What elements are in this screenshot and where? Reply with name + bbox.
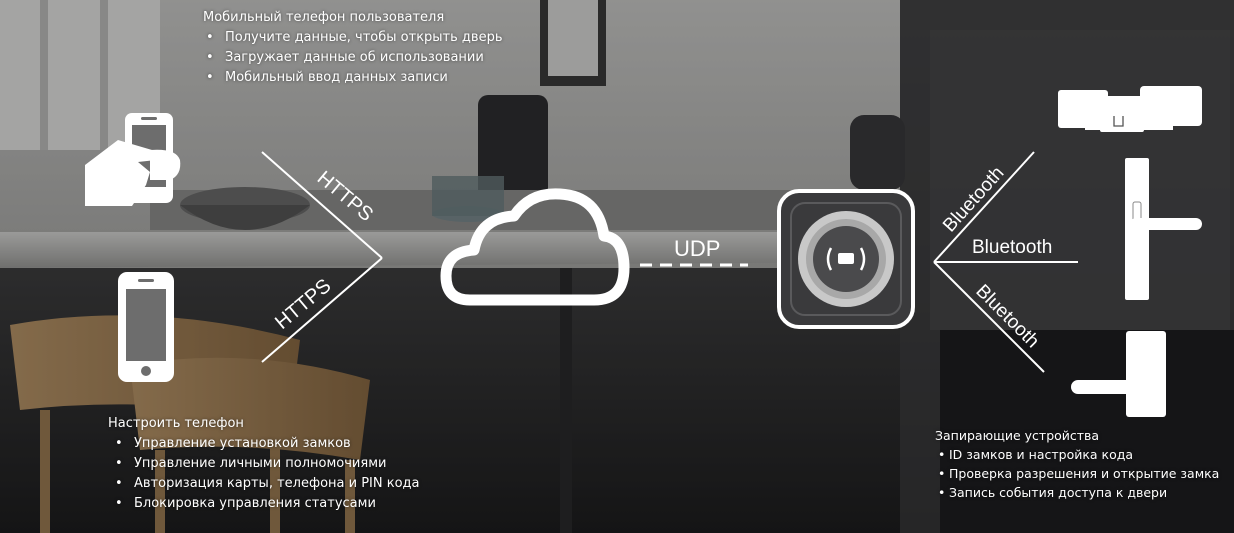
list-item: Управление установкой замков [112, 434, 420, 454]
setup-phone-list: Управление установкой замков Управление … [112, 434, 420, 514]
phone-user-block: Мобильный телефон пользователя Получите … [203, 8, 503, 88]
phone-user-list: Получите данные, чтобы открыть дверь Заг… [203, 28, 503, 88]
horizontal-door-lock-icon [1058, 86, 1202, 132]
setup-phone-block: Настроить телефон Управление установкой … [108, 414, 420, 514]
list-item: ID замков и настройка кода [935, 445, 1219, 464]
cloud-icon [440, 188, 630, 306]
bluetooth-line-bottom [933, 261, 1045, 373]
hand-holding-phone-icon [85, 113, 181, 206]
list-item: Блокировка управления статусами [112, 494, 420, 514]
list-item: Мобильный ввод данных записи [203, 68, 503, 88]
list-item: Проверка разрешения и открытие замка [935, 464, 1219, 483]
nfc-gateway-icon [777, 189, 915, 329]
vertical-door-lock-icon: ((•)) [1125, 158, 1202, 300]
list-item: Запись события доступа к двери [935, 483, 1219, 502]
list-item: Загружает данные об использовании [203, 48, 503, 68]
locking-devices-block: Запирающие устройства ID замков и настро… [935, 426, 1219, 502]
smartphone-icon [118, 272, 174, 382]
list-item: Авторизация карты, телефона и PIN кода [112, 474, 420, 494]
https-label-top: HTTPS [313, 167, 377, 226]
svg-text:((•)): ((•)) [1131, 168, 1141, 174]
svg-text:((•)): ((•)) [1137, 346, 1147, 352]
setup-phone-heading: Настроить телефон [108, 416, 244, 431]
udp-label: UDP [674, 236, 720, 261]
locking-devices-heading: Запирающие устройства [935, 428, 1100, 443]
phone-user-heading: Мобильный телефон пользователя [203, 10, 445, 25]
list-item: Получите данные, чтобы открыть дверь [203, 28, 503, 48]
bluetooth-label-middle: Bluetooth [972, 237, 1052, 258]
list-item: Управление личными полномочиями [112, 454, 420, 474]
lever-door-lock-icon: ((•)) [1071, 331, 1166, 417]
bluetooth-label-top: Bluetooth [939, 163, 1008, 237]
bluetooth-label-bottom: Bluetooth [971, 281, 1043, 353]
locking-devices-list: ID замков и настройка кода Проверка разр… [935, 445, 1219, 502]
